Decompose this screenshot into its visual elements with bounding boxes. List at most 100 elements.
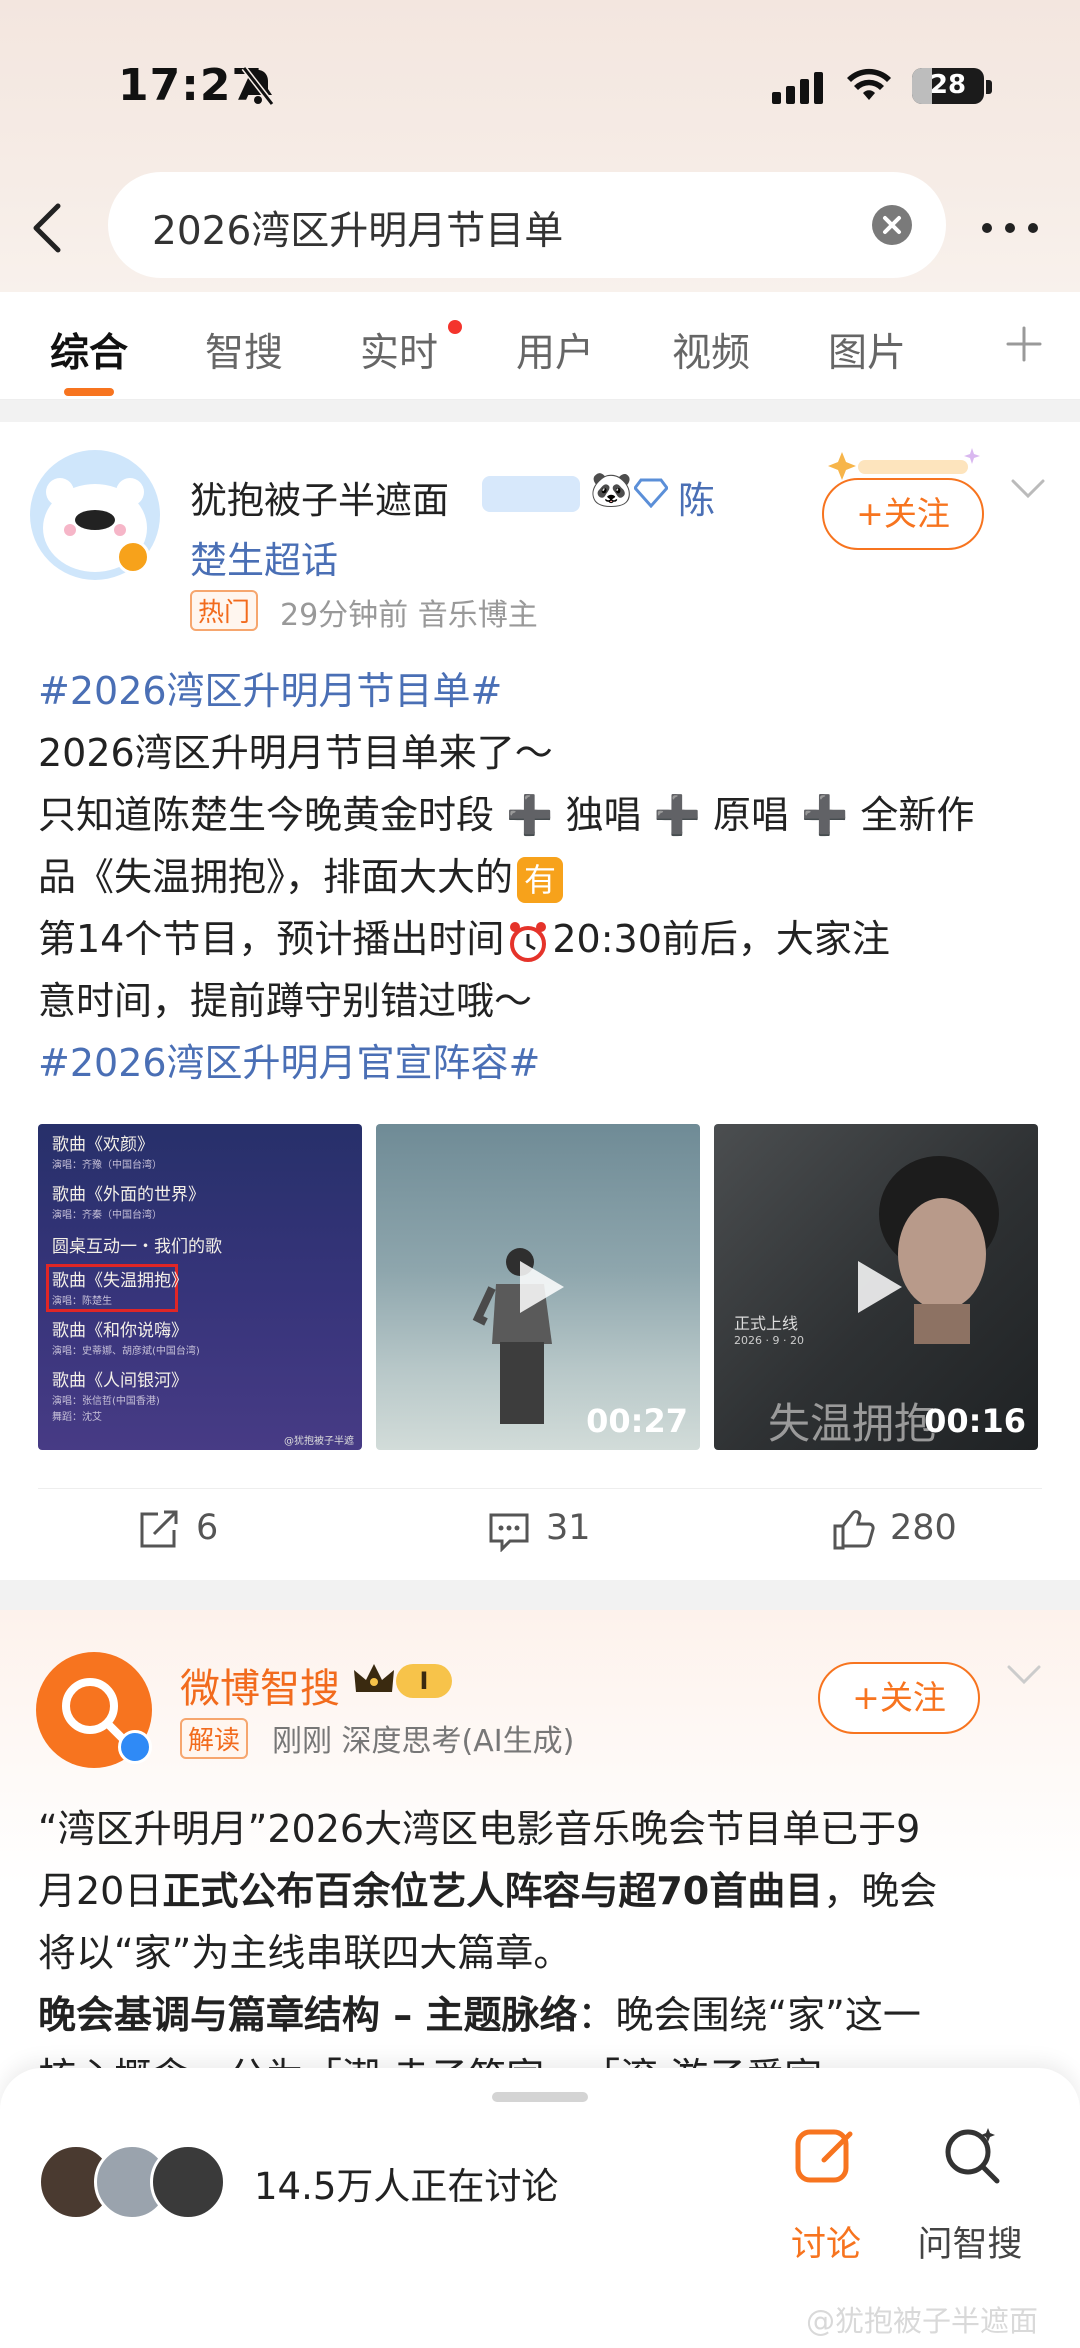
discuss-edit-icon[interactable]	[794, 2126, 858, 2190]
program-item: 歌曲《和你说嗨》	[52, 1321, 188, 1341]
comment-icon[interactable]	[488, 1512, 530, 1556]
interpret-badge: 解读	[180, 1718, 249, 1759]
more-options-icon[interactable]	[980, 220, 1040, 239]
avatar	[150, 2144, 226, 2220]
ai-author-name[interactable]: 微博智搜	[180, 1656, 340, 1714]
program-item-sub: 舞蹈：沈艾	[52, 1412, 102, 1423]
tab-smart-search[interactable]: 智搜	[205, 322, 283, 378]
program-item-sub: 演唱：齐豫（中国台湾）	[52, 1160, 162, 1171]
search-input[interactable]: 2026湾区升明月节目单	[152, 200, 563, 256]
post-line: 第14个节目，预计播出时间	[38, 917, 505, 961]
ai-line: 将以“家”为主线串联四大篇章。	[38, 1931, 572, 1975]
program-item: 歌曲《欢颜》	[52, 1135, 154, 1155]
chevron-down-icon[interactable]	[1006, 1664, 1042, 1690]
ai-line: ：晚会围绕“家”这一	[577, 1993, 921, 2037]
program-item: 歌曲《失温拥抱》	[52, 1271, 188, 1291]
post-line: 意时间，提前蹲守别错过哦～	[38, 979, 533, 1023]
ai-line: ，晚会	[823, 1869, 938, 1913]
program-item-sub: 演唱：陈楚生	[52, 1296, 112, 1307]
post-line: 2026湾区升明月节目单来了～	[38, 731, 553, 775]
ai-post-meta: 刚刚 深度思考(AI生成)	[272, 1724, 575, 1759]
post-body: #2026湾区升明月节目单# 2026湾区升明月节目单来了～ 只知道陈楚生今晚黄…	[38, 660, 1048, 1094]
ai-summary-text: “湾区升明月”2026大湾区电影音乐晚会节目单已于9 月20日正式公布百余位艺人…	[38, 1798, 1048, 2108]
chevron-down-icon[interactable]	[1010, 478, 1046, 504]
battery-percent: 28	[929, 70, 967, 100]
video-thumbnail[interactable]: 正式上线 2026 · 9 · 20 失温拥抱 00:16	[714, 1124, 1038, 1450]
back-arrow-icon[interactable]	[28, 200, 68, 260]
program-item: 圆桌互动一・我们的歌	[52, 1237, 222, 1257]
post-author-name[interactable]: 犹抱被子半遮面	[190, 470, 449, 524]
hashtag-link[interactable]: #2026湾区升明月官宣阵容#	[38, 1041, 540, 1085]
sparkle-icon	[822, 448, 982, 492]
program-item-sub: 演唱：史蒂娜、胡彦斌(中国台湾)	[52, 1346, 200, 1357]
avatar-stack	[38, 2144, 230, 2220]
emoji-you: 有	[517, 856, 564, 903]
ai-line: 月20日	[38, 1869, 163, 1913]
diamond-icon	[633, 478, 669, 512]
drag-handle[interactable]	[492, 2092, 588, 2102]
program-item-sub: 演唱：齐秦（中国台湾）	[52, 1210, 162, 1221]
member-badge-icon	[482, 476, 580, 512]
play-icon[interactable]	[844, 1255, 908, 1323]
result-tabs: 综合 智搜 实时 用户 视频 图片	[0, 292, 1080, 400]
mute-bell-icon	[240, 66, 276, 110]
comment-count[interactable]: 31	[546, 1508, 591, 1548]
video-date: 2026 · 9 · 20	[734, 1334, 804, 1347]
program-item-sub: 演唱：张信哲(中国香港)	[52, 1396, 160, 1407]
ai-line: “湾区升明月”2026大湾区电影音乐晚会节目单已于9	[38, 1807, 921, 1851]
video-caption: 正式上线	[734, 1314, 799, 1333]
video-thumbnail[interactable]: 00:27	[376, 1124, 700, 1450]
discussion-count[interactable]: 14.5万人正在讨论	[254, 2156, 558, 2210]
clear-search-icon[interactable]	[872, 205, 912, 245]
like-thumb-icon[interactable]	[832, 1508, 876, 1554]
level-badge: I	[396, 1664, 452, 1698]
tab-users[interactable]: 用户	[516, 322, 594, 378]
post-line: 20:30前后，大家注	[552, 917, 890, 961]
repost-icon[interactable]	[138, 1510, 180, 1554]
hashtag-link[interactable]: #2026湾区升明月节目单#	[38, 669, 502, 713]
super-topic-link-2[interactable]: 楚生超话	[190, 530, 338, 584]
super-topic-link[interactable]: 陈	[678, 470, 715, 524]
add-tab-icon[interactable]	[1004, 324, 1044, 368]
verified-badge-icon	[118, 1730, 152, 1764]
like-count[interactable]: 280	[890, 1508, 957, 1548]
tab-images[interactable]: 图片	[828, 322, 906, 378]
post-line: 只知道陈楚生今晚黄金时段 ➕ 独唱 ➕ 原唱 ➕ 全新作	[38, 793, 975, 837]
alarm-clock-icon	[506, 920, 550, 964]
ai-line-bold: 正式公布百余位艺人阵容与超70首曲目	[162, 1869, 824, 1913]
weibo-watermark: @犹抱被子半遮面	[806, 2304, 1039, 2338]
video-title-overlay: 失温拥抱	[768, 1399, 937, 1448]
new-dot-badge	[448, 320, 462, 334]
battery-tip	[986, 80, 992, 94]
crown-icon	[352, 1662, 396, 1702]
program-item: 歌曲《外面的世界》	[52, 1185, 205, 1205]
status-bar: 17:27 28	[0, 60, 1080, 120]
active-tab-indicator	[64, 388, 114, 396]
ask-smart-search-icon[interactable]	[940, 2124, 1004, 2192]
post-meta: 29分钟前 音乐博主	[280, 598, 538, 633]
panda-icon: 🐼	[590, 470, 633, 510]
follow-button[interactable]: +关注	[818, 1662, 980, 1734]
section-divider	[0, 400, 1080, 422]
image-watermark: @犹抱被子半遮面	[284, 1436, 354, 1447]
tab-realtime[interactable]: 实时	[360, 322, 438, 378]
ai-line-bold: 晚会基调与篇章结构 – 主题脉络	[38, 1993, 578, 2037]
discuss-button[interactable]: 讨论	[784, 2216, 868, 2267]
video-duration: 00:27	[586, 1402, 688, 1440]
divider	[38, 1488, 1042, 1489]
tab-comprehensive[interactable]: 综合	[50, 322, 128, 378]
hot-badge: 热门	[190, 590, 259, 631]
program-item: 歌曲《人间银河》	[52, 1371, 188, 1391]
verified-badge-icon	[116, 540, 150, 574]
tab-videos[interactable]: 视频	[672, 322, 750, 378]
wifi-icon	[846, 68, 892, 108]
search-bar[interactable]: 2026湾区升明月节目单	[108, 172, 946, 278]
ask-button[interactable]: 问智搜	[908, 2216, 1032, 2267]
signal-icon	[772, 72, 826, 108]
program-list-image[interactable]: 歌曲《欢颜》 演唱：齐豫（中国台湾） 歌曲《外面的世界》 演唱：齐秦（中国台湾）…	[38, 1124, 362, 1450]
battery-icon: 28	[912, 68, 984, 104]
video-duration: 00:16	[924, 1402, 1026, 1440]
play-icon[interactable]	[506, 1255, 570, 1323]
repost-count[interactable]: 6	[196, 1508, 218, 1548]
post-line: 品《失温拥抱》，排面大大的	[38, 855, 514, 899]
